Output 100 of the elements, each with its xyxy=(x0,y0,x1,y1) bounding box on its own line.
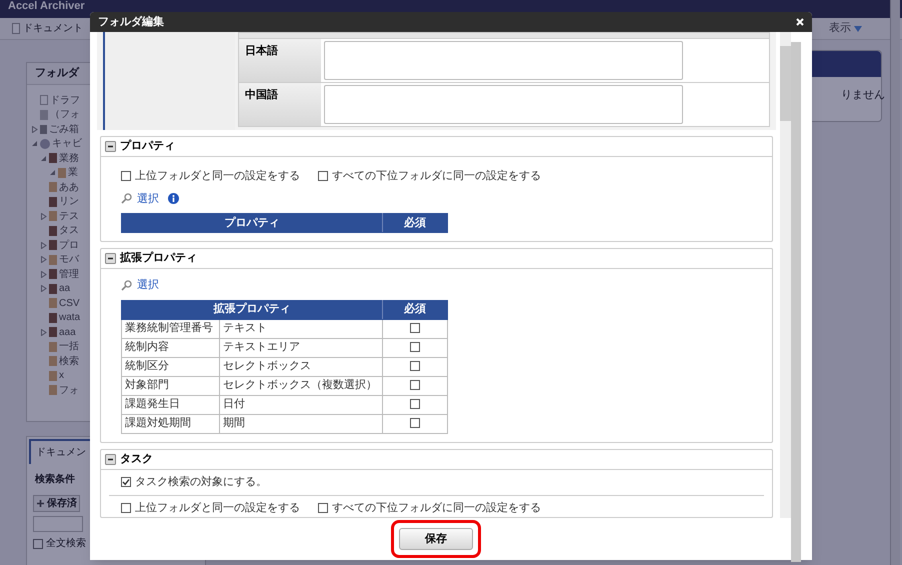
table-cell: テキストエリア xyxy=(220,338,382,357)
tree-item[interactable]: 管理 xyxy=(59,266,79,282)
tree-item[interactable]: 一括 xyxy=(59,339,79,354)
cabinet-icon xyxy=(49,240,57,250)
expand-arrow-icon[interactable] xyxy=(40,242,47,249)
tree-item[interactable]: プロ xyxy=(59,238,79,253)
checkbox[interactable] xyxy=(410,380,420,390)
tree-item[interactable]: リン xyxy=(59,194,79,210)
table-cell: セレクトボックス xyxy=(220,357,382,376)
tree-item[interactable]: フォ xyxy=(59,382,79,398)
column-header: 必須 xyxy=(382,300,448,319)
checkbox-label: 上位フォルダと同一の設定をする xyxy=(135,168,300,184)
checkbox[interactable] xyxy=(318,171,328,182)
select-link[interactable]: 選択 xyxy=(137,277,159,294)
view-menu[interactable]: 表示 xyxy=(829,20,862,37)
expand-arrow-icon[interactable] xyxy=(40,212,47,220)
table-cell: 期間 xyxy=(220,414,382,433)
saved-conditions-button[interactable]: 保存済 xyxy=(33,495,80,512)
database-icon xyxy=(40,138,50,149)
collapse-arrow-icon[interactable] xyxy=(49,169,56,176)
search-icon[interactable] xyxy=(121,280,132,291)
checkbox[interactable] xyxy=(33,538,43,548)
cabinet-icon xyxy=(49,196,57,207)
checkbox[interactable] xyxy=(410,361,420,372)
plus-icon xyxy=(36,499,45,508)
dialog-title: フォルダ編集 xyxy=(98,14,164,30)
search-conditions-label: 検索条件 xyxy=(35,472,76,487)
checkbox[interactable] xyxy=(121,503,131,514)
checkbox[interactable] xyxy=(121,171,131,182)
collapse-arrow-icon[interactable] xyxy=(31,140,38,148)
tree-item[interactable]: wata xyxy=(59,310,80,326)
tree-item[interactable]: x xyxy=(59,368,64,384)
close-icon[interactable] xyxy=(796,18,804,26)
checkbox-label: 全文検索 xyxy=(46,536,86,551)
field-label: 日本語 xyxy=(239,39,321,82)
checkbox[interactable] xyxy=(318,503,328,514)
cabinet-icon xyxy=(49,312,57,323)
input-field[interactable] xyxy=(33,516,83,532)
checkbox[interactable] xyxy=(410,342,420,352)
scrollbar-thumb[interactable] xyxy=(780,46,791,121)
tree-item[interactable]: 業 xyxy=(68,165,78,180)
folder-icon xyxy=(49,298,57,308)
tree-item[interactable]: ごみ箱 xyxy=(49,122,79,137)
tree-item[interactable]: CSV xyxy=(59,296,80,311)
table-cell: 日付 xyxy=(220,395,382,414)
toolbar-button[interactable]: ドキュメント xyxy=(23,21,83,36)
cabinet-icon xyxy=(49,226,57,236)
tree-item[interactable]: タス xyxy=(59,223,79,238)
section-title: プロパティ xyxy=(120,138,175,154)
column-header: 拡張プロパティ xyxy=(122,300,382,319)
folder-icon xyxy=(49,370,57,381)
tree-item[interactable]: ああ xyxy=(59,180,79,195)
expand-arrow-icon[interactable] xyxy=(40,285,47,292)
cabinet-icon xyxy=(49,269,57,280)
checkbox[interactable] xyxy=(410,323,420,334)
tree-item[interactable]: モバ xyxy=(59,252,79,268)
table-cell: 統制区分 xyxy=(122,357,220,376)
text-area[interactable] xyxy=(324,41,683,80)
collapse-icon[interactable] xyxy=(105,253,116,264)
field-label: 中国語 xyxy=(239,83,321,126)
app-title: Accel Archiver xyxy=(8,0,85,12)
section-title: 拡張プロパティ xyxy=(120,250,197,266)
tree-item[interactable]: 業務 xyxy=(59,150,79,166)
folder-icon xyxy=(49,356,57,366)
folder-icon xyxy=(49,342,57,352)
checkbox[interactable] xyxy=(121,476,131,487)
tree-item[interactable]: 検索 xyxy=(59,354,79,369)
tree-item[interactable]: キャビ xyxy=(52,136,82,152)
column-header: 必須 xyxy=(382,214,448,232)
tree-item[interactable]: テス xyxy=(59,208,79,224)
tree-item[interactable]: ドラフ xyxy=(50,92,80,108)
scrollbar[interactable] xyxy=(791,42,801,562)
tree-item[interactable]: aaa xyxy=(59,324,76,340)
text-area[interactable] xyxy=(324,85,683,124)
tree-item[interactable]: aa xyxy=(59,281,70,296)
checkbox-label: 上位フォルダと同一の設定をする xyxy=(135,500,300,516)
column-header: プロパティ xyxy=(122,214,382,232)
select-link[interactable]: 選択 xyxy=(137,190,159,207)
collapse-arrow-icon[interactable] xyxy=(40,154,47,162)
collapse-icon[interactable] xyxy=(105,454,116,464)
collapse-icon[interactable] xyxy=(105,141,116,152)
table-cell: 統制内容 xyxy=(122,338,220,357)
expand-arrow-icon[interactable] xyxy=(40,270,47,278)
table-cell: テキスト xyxy=(220,319,382,338)
cabinet-icon xyxy=(49,284,57,294)
page-icon xyxy=(40,95,48,106)
checkbox[interactable] xyxy=(410,418,420,428)
checkbox[interactable] xyxy=(410,399,420,410)
tree-item[interactable]: （フォ xyxy=(50,107,80,122)
expand-arrow-icon[interactable] xyxy=(31,126,38,133)
folder-icon xyxy=(49,182,57,192)
scrollbar[interactable] xyxy=(780,32,791,518)
folder-icon xyxy=(49,211,57,222)
table-cell: セレクトボックス（複数選択） xyxy=(220,376,382,395)
expand-arrow-icon[interactable] xyxy=(40,328,47,336)
save-button[interactable]: 保存 xyxy=(399,528,473,550)
checkbox-label: すべての下位フォルダに同一の設定をする xyxy=(332,500,541,516)
search-icon[interactable] xyxy=(121,193,132,204)
expand-arrow-icon[interactable] xyxy=(40,256,47,264)
folder-icon xyxy=(49,385,57,396)
